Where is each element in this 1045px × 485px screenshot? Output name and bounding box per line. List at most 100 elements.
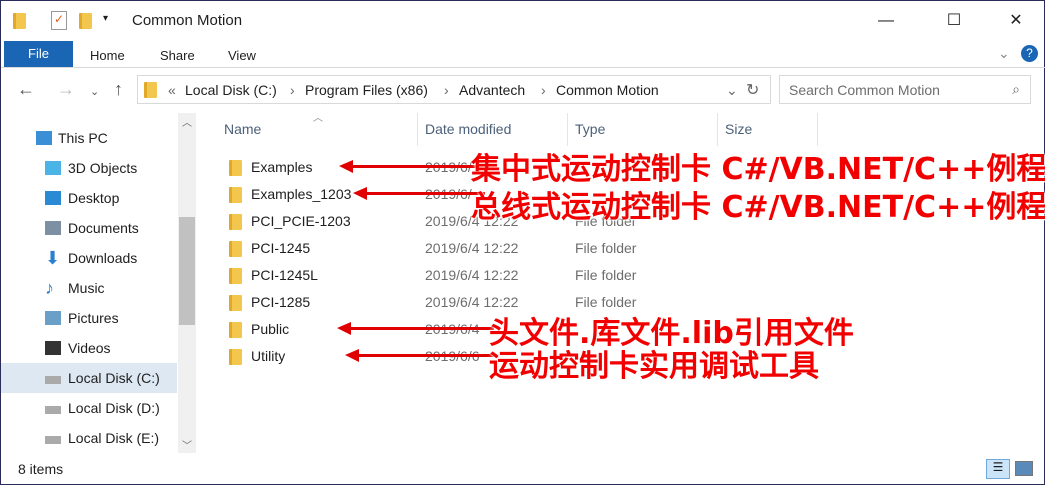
help-icon[interactable]: ? [1021,45,1038,62]
column-divider[interactable] [417,113,418,146]
sidebar-item-label: Local Disk (C:) [68,370,160,386]
column-header-date[interactable]: Date modified [425,121,511,137]
new-folder-icon[interactable] [79,13,92,29]
file-name: Examples_1203 [251,186,352,202]
file-row[interactable]: PCI-1245L 2019/6/4 12:22 File folder [223,262,783,289]
sidebar-item-label: Pictures [68,310,119,326]
folder-icon [144,82,157,98]
file-name: Examples [251,159,313,175]
window-title: Common Motion [132,12,243,29]
file-type: File folder [575,267,637,283]
refresh-icon[interactable]: ↻ [746,80,759,100]
annotation-arrow [337,322,494,335]
file-name: Public [251,321,290,337]
folder-icon [229,241,242,257]
folder-icon [229,160,242,176]
forward-icon[interactable]: → [57,79,75,100]
breadcrumb-separator[interactable]: › [290,82,295,98]
column-divider[interactable] [817,113,818,146]
column-divider[interactable] [567,113,568,146]
sort-ascending-icon: ︿ [313,113,323,124]
sidebar-item-this-pc[interactable]: This PC [1,123,177,153]
annotation-label: 运动控制卡实用调试工具 [489,349,819,384]
annotation-arrow [339,160,481,173]
file-row[interactable]: PCI-1245 2019/6/4 12:22 File folder [223,235,783,262]
address-bar[interactable]: « Local Disk (C:) › Program Files (x86) … [137,75,771,104]
tab-file[interactable]: File [4,41,73,67]
tab-share[interactable]: Share [160,45,195,67]
scroll-down-icon[interactable]: ﹀ [182,437,192,452]
file-date: 2019/6/4 12:22 [425,267,519,283]
computer-icon [36,131,52,145]
back-icon[interactable]: ← [17,79,35,100]
file-name: PCI-1285 [251,294,311,310]
drive-icon [45,376,61,384]
tab-home[interactable]: Home [90,45,125,67]
properties-icon[interactable]: ✓ [51,11,67,30]
recent-locations-icon[interactable]: ⌄ [90,85,99,98]
sidebar-item-label: Local Disk (D:) [68,400,160,416]
breadcrumb-advantech[interactable]: Advantech [459,82,525,98]
scroll-up-icon[interactable]: ︿ [182,114,192,129]
pictures-icon [45,311,61,325]
close-button[interactable]: ✕ [993,7,1039,35]
sidebar-item-pictures[interactable]: Pictures [1,303,177,333]
cube-icon [45,161,61,175]
search-input[interactable]: Search Common Motion ⌕ [779,75,1031,104]
music-icon: ♪ [45,278,54,298]
sidebar-item-music[interactable]: ♪ Music [1,273,177,303]
minimize-button[interactable]: — [863,7,909,35]
expand-ribbon-icon[interactable]: ⌄ [998,45,1010,62]
file-name: Utility [251,348,286,364]
column-header-size[interactable]: Size [725,121,752,137]
column-header-type[interactable]: Type [575,121,605,137]
sidebar-item-videos[interactable]: Videos [1,333,177,363]
sidebar-item-label: 3D Objects [68,160,138,176]
sidebar-scrollbar-thumb[interactable] [179,217,195,325]
download-icon: ⬇ [45,248,61,268]
customize-toolbar-icon[interactable]: ▾ [103,13,108,24]
documents-icon [45,221,61,235]
up-icon[interactable]: ↑ [114,79,123,100]
file-name: PCI-1245 [251,240,311,256]
breadcrumb-common-motion[interactable]: Common Motion [556,82,659,98]
video-icon [45,341,61,355]
annotation-arrow [353,187,485,200]
search-icon[interactable]: ⌕ [1012,81,1020,98]
address-dropdown-icon[interactable]: ⌄ [726,82,738,99]
divider [1,67,1045,68]
desktop-icon [45,191,61,205]
sidebar-item-local-disk-c[interactable]: Local Disk (C:) [1,363,177,393]
drive-icon [45,406,61,414]
breadcrumb-program-files[interactable]: Program Files (x86) [305,82,428,98]
sidebar-item-local-disk-d[interactable]: Local Disk (D:) [1,393,177,423]
breadcrumb-separator[interactable]: › [541,82,546,98]
large-icons-view-icon[interactable] [1015,461,1033,476]
sidebar-item-documents[interactable]: Documents [1,213,177,243]
explorer-window: ✓ ▾ Common Motion — ☐ ✕ File Home Share … [0,0,1045,485]
file-name: PCI-1245L [251,267,318,283]
sidebar-item-label: Videos [68,340,111,356]
breadcrumb-overflow[interactable]: « [168,82,176,98]
column-divider[interactable] [717,113,718,146]
folder-icon [229,349,242,365]
breadcrumb-local-disk[interactable]: Local Disk (C:) [185,82,277,98]
breadcrumb-separator[interactable]: › [444,82,449,98]
sidebar-item-desktop[interactable]: Desktop [1,183,177,213]
sidebar-item-3d-objects[interactable]: 3D Objects [1,153,177,183]
tab-view[interactable]: View [228,45,256,67]
sidebar-item-label: Desktop [68,190,120,206]
folder-icon [229,214,242,230]
sidebar-item-downloads[interactable]: ⬇ Downloads [1,243,177,273]
details-view-icon[interactable]: ☰ [986,459,1010,479]
file-date: 2019/6/4 12:22 [425,240,519,256]
sidebar-item-label: Documents [68,220,139,236]
column-header-name[interactable]: Name [224,121,261,137]
sidebar-item-label: This PC [58,130,108,146]
maximize-button[interactable]: ☐ [931,7,977,35]
folder-icon [229,268,242,284]
annotation-label: 总线式运动控制卡 C#/VB.NET/C++例程 [471,190,1045,225]
folder-icon [229,187,242,203]
sidebar-item-local-disk-e[interactable]: Local Disk (E:) [1,423,177,453]
file-name: PCI_PCIE-1203 [251,213,351,229]
